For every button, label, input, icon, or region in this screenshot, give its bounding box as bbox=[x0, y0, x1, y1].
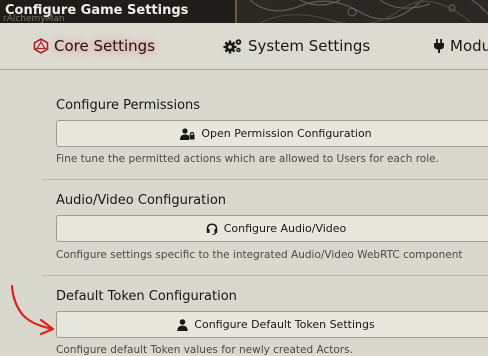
gears-icon bbox=[223, 38, 243, 54]
window-title: Configure Game Settings bbox=[5, 3, 189, 18]
settings-tabs: Core Settings System Settings Modu bbox=[0, 23, 488, 70]
audio-video-hint: Configure settings specific to the integ… bbox=[56, 249, 463, 261]
tab-system-settings-label: System Settings bbox=[248, 37, 371, 55]
section-divider bbox=[42, 179, 488, 180]
headset-icon bbox=[206, 222, 218, 235]
red-arrow-icon bbox=[10, 284, 55, 336]
configure-audio-video-label: Configure Audio/Video bbox=[223, 222, 347, 235]
audio-video-heading: Audio/Video Configuration bbox=[56, 193, 227, 208]
open-permission-configuration-button[interactable]: Open Permission Configuration bbox=[56, 120, 488, 147]
default-token-hint: Configure default Token values for newly… bbox=[56, 344, 353, 356]
user-icon bbox=[177, 318, 188, 331]
permissions-heading: Configure Permissions bbox=[56, 98, 201, 113]
configure-default-token-settings-label: Configure Default Token Settings bbox=[194, 318, 375, 331]
plug-icon bbox=[433, 38, 445, 54]
permissions-hint: Fine tune the permitted actions which ar… bbox=[56, 153, 439, 165]
default-token-heading: Default Token Configuration bbox=[56, 289, 237, 304]
tab-system-settings[interactable]: System Settings bbox=[223, 23, 370, 69]
tab-module-settings-label: Modu bbox=[450, 37, 488, 55]
d20-icon bbox=[33, 38, 49, 54]
section-divider bbox=[42, 275, 488, 276]
user-lock-icon bbox=[180, 127, 195, 140]
settings-content[interactable]: Configure Permissions Open Permission Co… bbox=[0, 70, 488, 356]
tab-core-settings-label: Core Settings bbox=[54, 37, 156, 55]
configure-audio-video-button[interactable]: Configure Audio/Video bbox=[56, 215, 488, 242]
window-titlebar[interactable]: rAlchemyMan Configure Game Settings bbox=[0, 0, 488, 23]
tab-core-settings[interactable]: Core Settings bbox=[33, 23, 155, 69]
open-permission-configuration-label: Open Permission Configuration bbox=[201, 127, 372, 140]
configure-default-token-settings-button[interactable]: Configure Default Token Settings bbox=[56, 311, 488, 338]
tab-module-settings[interactable]: Modu bbox=[433, 23, 488, 69]
